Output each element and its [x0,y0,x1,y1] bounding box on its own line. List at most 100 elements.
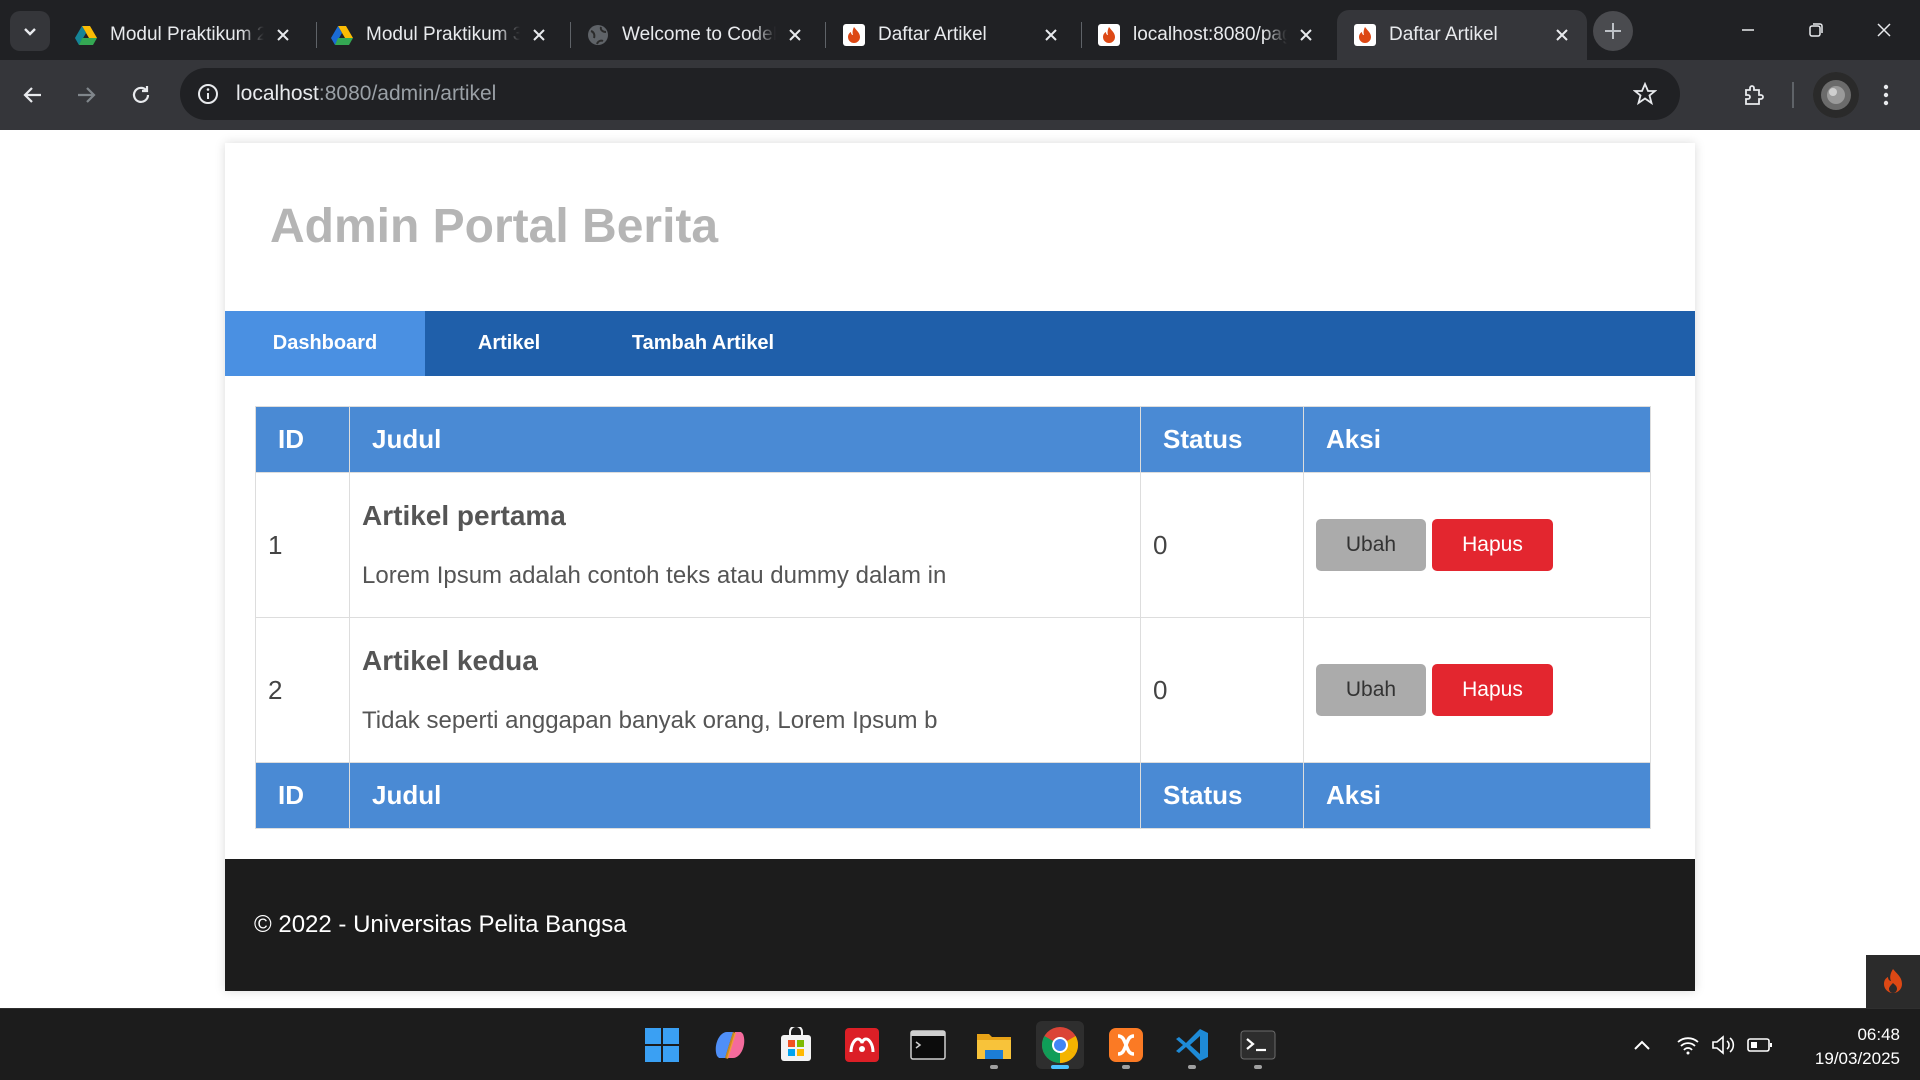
cell-status: 0 [1140,472,1304,618]
url-text: localhost:8080/admin/artikel [236,82,496,106]
forward-button[interactable] [65,74,107,116]
table-header-row: ID Judul Status Aksi [255,406,1651,473]
browser-tab[interactable]: Welcome to CodeIgniter [570,10,820,60]
tab-title: localhost:8080/page [1133,24,1287,45]
close-icon[interactable] [528,24,550,46]
volume-status[interactable] [1710,1031,1738,1059]
cell-judul: Artikel kedua Tidak seperti anggapan ban… [349,617,1141,763]
article-excerpt: Tidak seperti anggapan banyak orang, Lor… [362,707,938,734]
browser-tab[interactable]: localhost:8080/page [1081,10,1331,60]
battery-status[interactable] [1746,1031,1774,1059]
os-taskbar: 06:48 19/03/2025 [0,1008,1920,1080]
column-footer: Aksi [1303,762,1651,829]
browser-tab[interactable]: Modul Praktikum 2 [58,10,308,60]
windows-terminal-icon [1240,1030,1276,1060]
close-icon [1877,23,1891,37]
back-button[interactable] [12,74,54,116]
site-header: Admin Portal Berita [225,143,1695,311]
minimize-button[interactable] [1723,10,1773,50]
close-icon[interactable] [1551,24,1573,46]
close-icon[interactable] [784,24,806,46]
bookmark-star-button[interactable] [1624,73,1666,115]
browser-tab[interactable]: Daftar Artikel [826,10,1076,60]
cell-status: 0 [1140,617,1304,763]
close-window-button[interactable] [1859,10,1909,50]
running-indicator [1254,1065,1262,1069]
taskbar-app-store[interactable] [772,1021,820,1069]
tab-title: Daftar Artikel [878,24,987,45]
chevron-down-icon [24,28,36,36]
column-header: Status [1140,406,1304,473]
close-icon[interactable] [272,24,294,46]
browser-tab[interactable]: Modul Praktikum 3 [314,10,564,60]
new-tab-button[interactable] [1593,11,1633,51]
taskbar-app-vscode[interactable] [1168,1021,1216,1069]
browser-tab-active[interactable]: Daftar Artikel [1337,10,1587,60]
google-drive-icon [74,23,98,47]
xampp-icon [1109,1028,1143,1062]
article-table: ID Judul Status Aksi 1 Artikel pertama L… [255,406,1651,829]
site-title: Admin Portal Berita [270,200,719,253]
extensions-button[interactable] [1733,74,1775,116]
taskbar-app-copilot[interactable] [706,1021,754,1069]
plus-icon [1605,23,1621,39]
page-viewport: Admin Portal Berita Dashboard Artikel Ta… [0,130,1920,1008]
cell-id: 1 [255,472,350,618]
column-footer: Status [1140,762,1304,829]
nav-artikel[interactable]: Artikel [425,311,593,376]
running-indicator [1051,1065,1069,1069]
column-header: ID [255,406,350,473]
codeigniter-debug-toolbar-button[interactable] [1866,955,1920,1008]
delete-button[interactable]: Hapus [1432,664,1553,716]
show-hidden-icons-button[interactable] [1628,1031,1656,1059]
taskbar-app-file-explorer[interactable] [970,1021,1018,1069]
site-footer: © 2022 - Universitas Pelita Bangsa [225,859,1695,991]
edit-button[interactable]: Ubah [1316,664,1426,716]
restore-button[interactable] [1791,10,1841,50]
edit-button[interactable]: Ubah [1316,519,1426,571]
nav-tambah-artikel[interactable]: Tambah Artikel [593,311,813,376]
article-excerpt: Lorem Ipsum adalah contoh teks atau dumm… [362,562,947,589]
taskbar-app-chrome[interactable] [1036,1021,1084,1069]
star-icon [1633,82,1657,106]
delete-button[interactable]: Hapus [1432,519,1553,571]
taskbar-app-terminal[interactable] [904,1021,952,1069]
reload-button[interactable] [120,74,162,116]
close-icon[interactable] [1295,24,1317,46]
table-footer-row: ID Judul Status Aksi [255,762,1651,829]
taskbar-app-xampp[interactable] [1102,1021,1150,1069]
wifi-status[interactable] [1674,1031,1702,1059]
puzzle-icon [1745,85,1764,105]
tab-title: Modul Praktikum 2 [110,24,264,45]
table-row: 1 Artikel pertama Lorem Ipsum adalah con… [255,472,1651,618]
tab-title: Welcome to CodeIgniter [622,24,776,45]
terminal-icon [910,1030,946,1060]
arrow-left-icon [23,87,41,103]
google-drive-icon [330,23,354,47]
taskbar-app-windows-terminal[interactable] [1234,1021,1282,1069]
column-footer: ID [255,762,350,829]
address-bar[interactable]: localhost:8080/admin/artikel [180,68,1680,120]
site-info-icon[interactable] [188,74,228,114]
tab-search-button[interactable] [10,11,50,51]
menu-button[interactable] [1865,74,1907,116]
close-icon[interactable] [1040,24,1062,46]
start-icon [645,1028,679,1062]
cell-id: 2 [255,617,350,763]
profile-avatar[interactable] [1813,72,1859,118]
reload-icon [132,86,150,103]
chrome-icon [1041,1027,1079,1063]
cell-judul: Artikel pertama Lorem Ipsum adalah conto… [349,472,1141,618]
browser-tab-strip: Modul Praktikum 2 Modul Praktikum 3 Welc… [0,0,1920,60]
nav-dashboard[interactable]: Dashboard [225,311,425,376]
taskbar-app-mendeley[interactable] [838,1021,886,1069]
article-title: Artikel pertama [362,500,566,531]
column-footer: Judul [349,762,1141,829]
running-indicator [1122,1065,1130,1069]
microsoft-store-icon [781,1027,811,1061]
system-clock[interactable]: 06:48 19/03/2025 [1794,1023,1900,1071]
clock-date: 19/03/2025 [1814,1049,1900,1068]
start-button[interactable] [638,1021,686,1069]
globe-icon [586,23,610,47]
more-vertical-icon [1883,84,1889,106]
